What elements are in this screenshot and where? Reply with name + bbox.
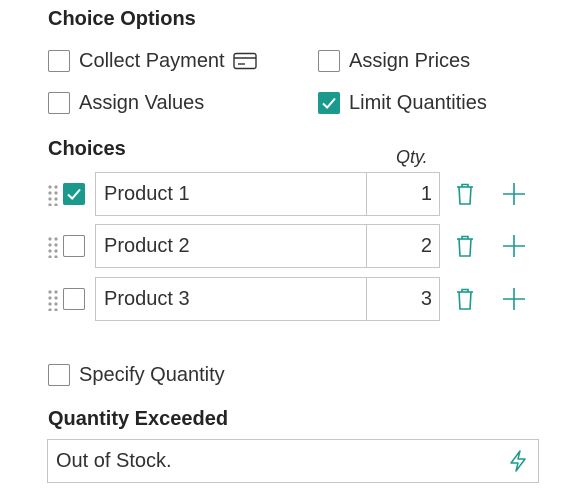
- specify-quantity-label: Specify Quantity: [79, 363, 225, 386]
- choice-qty-input[interactable]: [366, 172, 440, 216]
- trash-icon[interactable]: [451, 285, 479, 313]
- choice-options-title: Choice Options: [48, 8, 196, 30]
- choice-name-input[interactable]: [95, 224, 367, 268]
- limit-quantities-checkbox[interactable]: [318, 92, 340, 114]
- assign-prices-option[interactable]: Assign Prices: [318, 48, 470, 74]
- checkmark-icon: [322, 97, 336, 109]
- specify-quantity-checkbox[interactable]: [48, 364, 70, 386]
- checkmark-icon: [67, 188, 81, 200]
- qty-column-header: Qty.: [396, 147, 428, 167]
- assign-prices-checkbox[interactable]: [318, 50, 340, 72]
- choice-qty-input[interactable]: [366, 277, 440, 321]
- choice-default-checkbox[interactable]: [63, 288, 85, 310]
- choice-default-checkbox[interactable]: [63, 183, 85, 205]
- drag-grip-icon[interactable]: [47, 289, 59, 312]
- trash-icon[interactable]: [451, 180, 479, 208]
- quantity-exceeded-input[interactable]: [48, 440, 514, 482]
- choice-row: [0, 172, 582, 216]
- assign-values-option[interactable]: Assign Values: [48, 90, 204, 116]
- quantity-exceeded-field: [47, 439, 539, 483]
- plus-icon[interactable]: [500, 232, 528, 260]
- assign-values-label: Assign Values: [79, 91, 205, 114]
- choice-field-settings: Choice Options Collect Payment Assign Pr…: [0, 0, 582, 502]
- trash-icon[interactable]: [451, 232, 479, 260]
- collect-payment-label: Collect Payment: [79, 49, 225, 72]
- drag-grip-icon[interactable]: [47, 236, 59, 259]
- choice-default-checkbox[interactable]: [63, 235, 85, 257]
- quantity-exceeded-title: Quantity Exceeded: [48, 408, 229, 430]
- choice-row: [0, 224, 582, 268]
- plus-icon[interactable]: [500, 180, 528, 208]
- choices-title: Choices: [48, 138, 126, 160]
- credit-card-icon: [232, 52, 257, 70]
- choice-qty-input[interactable]: [366, 224, 440, 268]
- limit-quantities-option[interactable]: Limit Quantities: [318, 90, 487, 116]
- collect-payment-checkbox[interactable]: [48, 50, 70, 72]
- choice-name-input[interactable]: [95, 277, 367, 321]
- specify-quantity-option[interactable]: Specify Quantity: [48, 362, 225, 388]
- assign-prices-label: Assign Prices: [349, 49, 471, 72]
- lightning-bolt-icon[interactable]: [506, 449, 530, 473]
- drag-grip-icon[interactable]: [47, 184, 59, 207]
- limit-quantities-label: Limit Quantities: [349, 91, 487, 114]
- choice-row: [0, 277, 582, 321]
- choice-name-input[interactable]: [95, 172, 367, 216]
- collect-payment-option[interactable]: Collect Payment: [48, 48, 257, 74]
- plus-icon[interactable]: [500, 285, 528, 313]
- assign-values-checkbox[interactable]: [48, 92, 70, 114]
